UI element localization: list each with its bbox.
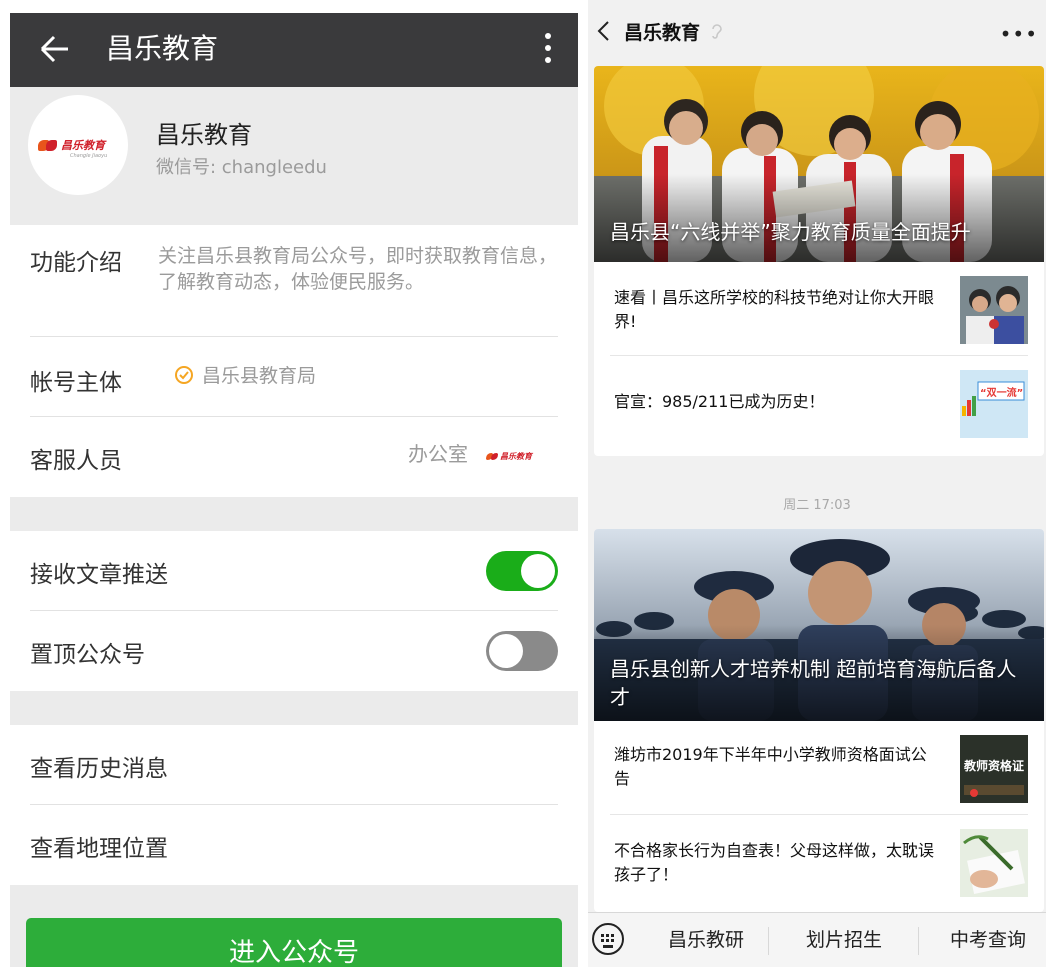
service-label: 客服人员	[30, 448, 122, 474]
article-title: 潍坊市2019年下半年中小学教师资格面试公告	[614, 745, 927, 788]
more-options-icon[interactable]	[538, 29, 558, 71]
brand-logo-icon: 昌乐教育	[38, 137, 105, 153]
menu-item-zhongkao[interactable]: 中考查询	[930, 913, 1046, 967]
article-title: 官宣：985/211已成为历史！	[614, 392, 825, 411]
hero-article[interactable]: 昌乐县创新人才培养机制 超前培育海航后备人才	[594, 529, 1044, 721]
thumbnail-caption: 教师资格证	[963, 759, 1024, 773]
enter-account-button[interactable]: 进入公众号	[26, 918, 562, 967]
push-label: 接收文章推送	[30, 562, 168, 588]
article-title: 速看丨昌乐这所学校的科技节绝对让你大开眼界!	[614, 288, 935, 331]
owner-label: 帐号主体	[30, 370, 122, 396]
verified-check-icon	[175, 366, 193, 384]
service-row[interactable]: 客服人员 办公室 昌乐教育	[30, 417, 558, 497]
intro-label: 功能介绍	[30, 250, 122, 276]
article-item[interactable]: 潍坊市2019年下半年中小学教师资格面试公告 教师资格证	[610, 721, 1028, 815]
earpiece-mode-icon	[712, 24, 722, 39]
account-info-section: 功能介绍 关注昌乐县教育局公众号，即时获取教育信息，了解教育动态，体验便民服务。…	[10, 225, 578, 497]
menu-item-zhaosheng[interactable]: 划片招生	[784, 913, 904, 967]
history-label: 查看历史消息	[30, 756, 168, 782]
keyboard-icon[interactable]	[592, 923, 624, 955]
chat-feed-panel: 昌乐教育 ••• 昌乐县“六线并举”聚力教育质量全面提升 速看丨昌乐这所学校的科…	[588, 0, 1046, 967]
article-thumbnail: 教师资格证	[960, 735, 1028, 803]
location-label: 查看地理位置	[30, 836, 168, 862]
profile-topbar: 昌乐教育	[10, 13, 578, 87]
hero-title: 昌乐县“六线并举”聚力教育质量全面提升	[610, 220, 971, 244]
back-chevron-icon[interactable]	[596, 20, 612, 42]
menu-item-jiaoyan[interactable]: 昌乐教研	[646, 913, 766, 967]
back-arrow-icon[interactable]	[38, 31, 70, 67]
brand-logo-subtext: Changle Jiaoyu	[70, 153, 108, 159]
article-item[interactable]: 不合格家长行为自查表！父母这样做，太耽误孩子了！	[610, 815, 1028, 909]
actions-section: 查看历史消息 查看地理位置	[10, 725, 578, 885]
account-profile-panel: 昌乐教育 昌乐教育 Changle Jiaoyu 昌乐教育 微信号: chang…	[0, 0, 588, 967]
brand-logo-small-icon: 昌乐教育	[486, 451, 532, 462]
profile-header: 昌乐教育 Changle Jiaoyu 昌乐教育 微信号: changleedu	[10, 87, 578, 225]
account-avatar[interactable]: 昌乐教育 Changle Jiaoyu	[28, 95, 128, 195]
article-card: 昌乐县“六线并举”聚力教育质量全面提升 速看丨昌乐这所学校的科技节绝对让你大开眼…	[594, 66, 1044, 456]
article-card: 昌乐县创新人才培养机制 超前培育海航后备人才 潍坊市2019年下半年中小学教师资…	[594, 529, 1044, 912]
account-menu-bar: 昌乐教研 划片招生 中考查询	[588, 912, 1046, 967]
thumbnail-caption: “双一流”	[980, 388, 1024, 399]
intro-text: 关注昌乐县教育局公众号，即时获取教育信息，了解教育动态，体验便民服务。	[158, 245, 558, 293]
settings-section: 接收文章推送 置顶公众号	[10, 531, 578, 691]
article-thumbnail	[960, 829, 1028, 897]
push-setting-row: 接收文章推送	[30, 531, 558, 611]
owner-row[interactable]: 帐号主体 昌乐县教育局	[30, 337, 558, 417]
location-row[interactable]: 查看地理位置	[30, 805, 558, 885]
chat-title: 昌乐教育	[624, 22, 701, 44]
pin-toggle[interactable]	[486, 631, 558, 671]
hero-title: 昌乐县创新人才培养机制 超前培育海航后备人才	[610, 657, 1017, 709]
section-gap	[10, 691, 578, 725]
chat-topbar: 昌乐教育 •••	[588, 0, 1046, 64]
pin-label: 置顶公众号	[30, 642, 145, 668]
pin-setting-row: 置顶公众号	[30, 611, 558, 691]
profile-title: 昌乐教育	[106, 32, 219, 65]
article-item[interactable]: 速看丨昌乐这所学校的科技节绝对让你大开眼界!	[610, 262, 1028, 356]
message-timestamp: 周二 17:03	[783, 498, 851, 513]
article-title: 不合格家长行为自查表！父母这样做，太耽误孩子了！	[614, 841, 935, 884]
owner-value: 昌乐县教育局	[202, 365, 317, 387]
article-item[interactable]: 官宣：985/211已成为历史！ “双一流”	[610, 356, 1028, 450]
article-thumbnail	[960, 276, 1028, 344]
hero-article[interactable]: 昌乐县“六线并举”聚力教育质量全面提升	[594, 66, 1044, 262]
menu-divider	[768, 927, 769, 955]
intro-row: 功能介绍 关注昌乐县教育局公众号，即时获取教育信息，了解教育动态，体验便民服务。	[30, 225, 558, 337]
wechat-id: 微信号: changleedu	[156, 157, 327, 178]
push-toggle[interactable]	[486, 551, 558, 591]
chat-more-icon[interactable]: •••	[1000, 22, 1038, 46]
article-thumbnail: “双一流”	[960, 370, 1028, 438]
history-row[interactable]: 查看历史消息	[30, 725, 558, 805]
section-gap	[10, 497, 578, 531]
menu-divider	[918, 927, 919, 955]
service-value: 办公室	[408, 442, 468, 466]
service-avatar: 昌乐教育	[484, 439, 544, 475]
account-name: 昌乐教育	[156, 121, 252, 149]
